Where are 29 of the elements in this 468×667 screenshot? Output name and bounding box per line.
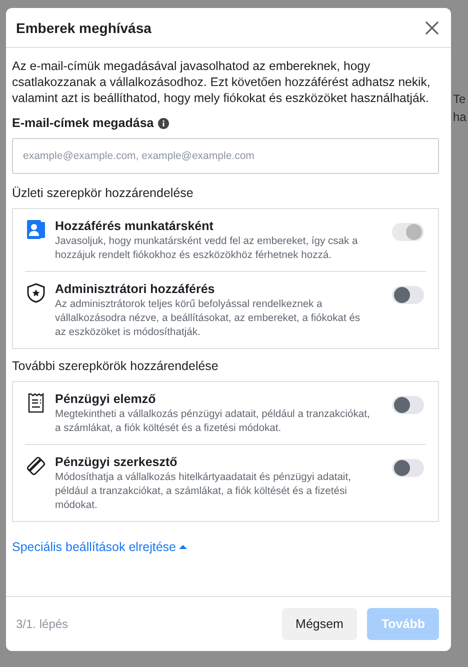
background-text: Te (453, 92, 466, 106)
role-title: Hozzáférés munkatársként (55, 219, 214, 233)
close-button[interactable] (423, 18, 441, 36)
info-icon[interactable] (158, 118, 169, 128)
role-title: Pénzügyi szerkesztő (55, 455, 178, 469)
email-input-field[interactable]: example@example.com, example@example.com (12, 138, 439, 174)
person-card-icon (25, 219, 47, 241)
role-description: Javasoljuk, hogy munkatársként vedd fel az embereket, így csak a hozzájuk rendelt fiókokhoz és eszközökhöz férhetnek hozzá. (55, 235, 359, 263)
toggle-switch[interactable] (392, 286, 424, 304)
cancel-button[interactable]: Mégsem (282, 608, 358, 640)
toggle-switch[interactable] (392, 396, 424, 414)
role-description: Az adminisztrátorok teljes körű befolyással rendelkeznek a vállalkozásodra nézve, a beállításokat, az embereket, a fiókokat és az eszközöket is módosíthatják. (55, 298, 362, 340)
step-indicator: 3/1. lépés (16, 617, 70, 631)
role-description: Megtekintheti a vállalkozás pénzügyi adatait, például a tranzakciókat, a számlákat, a fiók költését és a fizetési módokat. (55, 408, 370, 436)
role-title: Adminisztrátori hozzáférés (55, 282, 216, 296)
email-label: E-mail-címek megadása (12, 116, 154, 130)
advanced-settings-link[interactable]: Speciális beállítások elrejtése (12, 540, 188, 554)
role-description: Módosíthatja a vállalkozás hitelkártyaadatait és pénzügyi adatait, például a tranzakciókat, a számlákat, a fiók költését és a fizetési módokat. (55, 471, 352, 513)
role-title: Pénzügyi elemző (55, 392, 157, 406)
dialog-title: Emberek meghívása (16, 20, 152, 36)
section-heading: Üzleti szerepkör hozzárendelése (12, 186, 194, 200)
intro-text: Az e-mail-címük megadásával javasolhatod az embereknek, hogy csatlakozzanak a vállalkozásodhoz. Ezt követően hozzáférést adhatsz nekik, valamint azt is beállíthatod, hogy mely fiókokat és eszközöket használhatják. (12, 58, 432, 106)
close-icon (425, 20, 439, 34)
toggle-switch[interactable] (392, 459, 424, 477)
shield-star-icon (25, 282, 47, 304)
section-heading: További szerepkörök hozzárendelése (12, 359, 220, 373)
caret-up-icon (178, 543, 188, 551)
background-text: ha (453, 110, 466, 124)
credit-card-icon (25, 455, 47, 477)
